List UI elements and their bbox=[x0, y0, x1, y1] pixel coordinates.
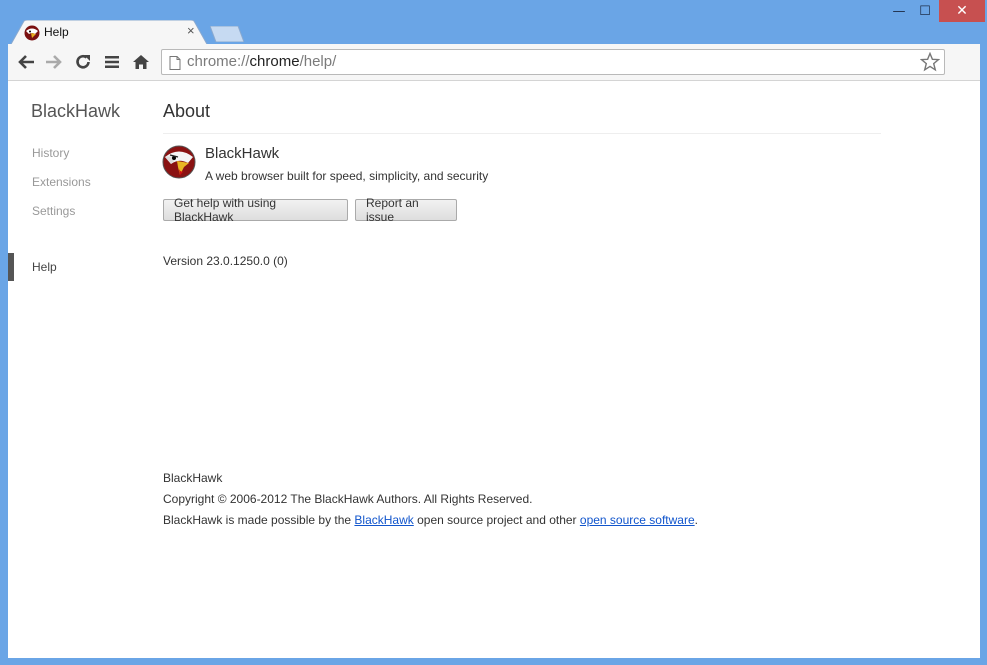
new-tab-button[interactable] bbox=[209, 25, 245, 43]
url-path: /help/ bbox=[299, 53, 337, 70]
product-description: A web browser built for speed, simplicit… bbox=[205, 169, 489, 183]
menu-button[interactable] bbox=[102, 52, 122, 72]
tab-help[interactable]: Help × bbox=[10, 20, 208, 46]
url-host: chrome bbox=[249, 53, 300, 70]
sidebar-item-history[interactable]: History bbox=[32, 146, 69, 160]
sidebar-item-help[interactable]: Help bbox=[32, 260, 57, 274]
window-right-border bbox=[980, 44, 987, 665]
title-bar: — ☐ ✕ Help × bbox=[0, 0, 987, 46]
bookmark-star-icon[interactable] bbox=[919, 51, 941, 76]
back-button[interactable] bbox=[16, 52, 36, 72]
footer-credits: BlackHawk is made possible by the BlackH… bbox=[163, 513, 698, 527]
get-help-button[interactable]: Get help with using BlackHawk bbox=[163, 196, 348, 224]
sidebar-item-settings[interactable]: Settings bbox=[32, 204, 75, 218]
page-icon bbox=[169, 55, 181, 74]
sidebar-selected-indicator bbox=[8, 253, 14, 281]
omnibox-url[interactable]: chrome://chrome/help/ bbox=[187, 53, 336, 70]
omnibox[interactable]: chrome://chrome/help/ bbox=[161, 49, 945, 75]
home-button[interactable] bbox=[131, 52, 151, 72]
product-name: BlackHawk bbox=[205, 145, 280, 162]
eagle-logo-icon bbox=[162, 145, 196, 179]
menu-icon bbox=[105, 56, 119, 68]
url-scheme: chrome:// bbox=[187, 53, 250, 70]
footer-copyright: Copyright © 2006-2012 The BlackHawk Auth… bbox=[163, 492, 533, 506]
sidebar-item-extensions[interactable]: Extensions bbox=[32, 175, 91, 189]
report-issue-button[interactable]: Report an issue bbox=[355, 196, 457, 224]
blackhawk-project-link[interactable]: BlackHawk bbox=[354, 513, 413, 527]
tab-close-icon[interactable]: × bbox=[187, 23, 195, 38]
eagle-favicon-icon bbox=[24, 25, 40, 41]
forward-button[interactable] bbox=[44, 52, 64, 72]
home-icon bbox=[133, 55, 149, 69]
tab-title: Help bbox=[44, 25, 69, 39]
browser-window: — ☐ ✕ Help × chrome://chrome/help/ Black… bbox=[0, 0, 987, 665]
version-text: Version 23.0.1250.0 (0) bbox=[163, 254, 288, 268]
sidebar-title: BlackHawk bbox=[31, 101, 121, 121]
credits-suffix: . bbox=[694, 513, 698, 527]
page-title: About bbox=[163, 101, 211, 121]
close-window-button[interactable]: ✕ bbox=[939, 0, 985, 22]
credits-prefix: BlackHawk is made possible by the bbox=[163, 513, 355, 527]
credits-middle: open source project and other bbox=[413, 513, 580, 527]
forward-arrow-icon bbox=[46, 55, 62, 69]
footer-product-name: BlackHawk bbox=[163, 471, 223, 485]
back-arrow-icon bbox=[18, 55, 34, 69]
reload-button[interactable] bbox=[73, 52, 93, 72]
maximize-button[interactable]: ☐ bbox=[912, 0, 938, 22]
open-source-software-link[interactable]: open source software bbox=[580, 513, 695, 527]
reload-icon bbox=[76, 54, 90, 69]
minimize-button[interactable]: — bbox=[884, 0, 914, 22]
title-divider bbox=[163, 133, 881, 134]
toolbar: chrome://chrome/help/ bbox=[8, 44, 980, 81]
content-area: BlackHawk History Extensions Settings He… bbox=[8, 81, 980, 658]
